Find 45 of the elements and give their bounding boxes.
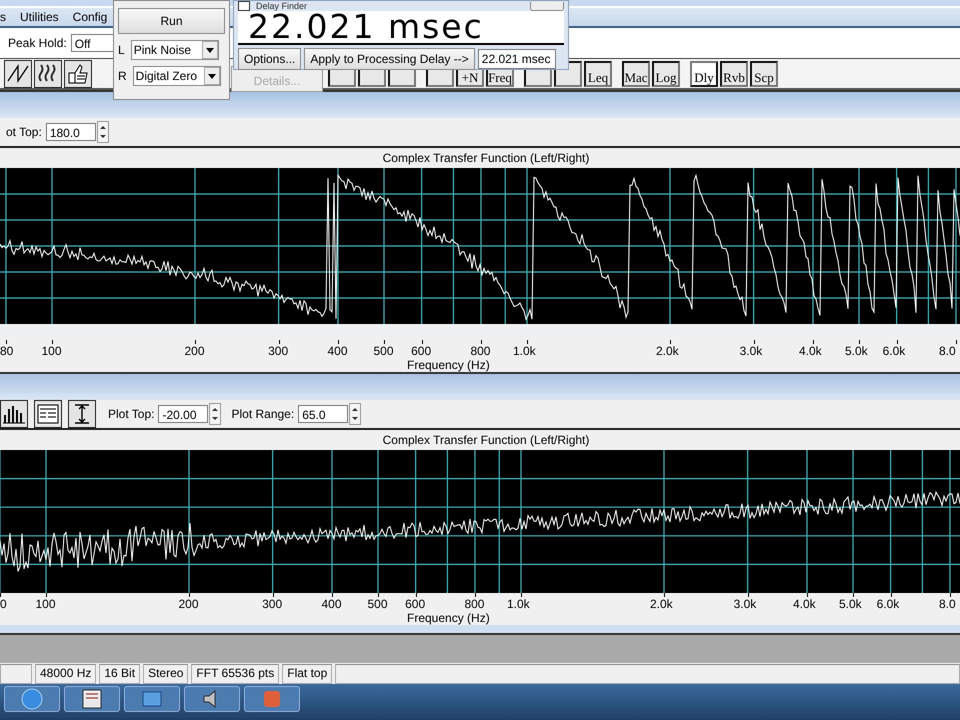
axis-tick-label: 400 (321, 597, 342, 611)
control-label: Plot Top: (108, 407, 154, 421)
axis-tick-label: 2.0k (656, 344, 679, 358)
status-cell: 16 Bit (99, 664, 140, 684)
axis-tick-label: 0 (0, 597, 7, 611)
axis-tick-label: 1.0k (507, 597, 530, 611)
axis-tick-label: 100 (42, 344, 62, 358)
axis-tick-label: 600 (411, 344, 432, 358)
axis-tick-label: 500 (374, 344, 394, 358)
axis-label: Frequency (Hz) (407, 611, 490, 625)
status-cell: 48000 Hz (35, 664, 96, 684)
window-title: Delay Finder (256, 1, 308, 11)
control-label: Plot Range: (231, 407, 294, 421)
channel-label: L (118, 43, 125, 57)
axis-tick-label: 2.0k (650, 597, 673, 611)
axis-tick-label: 4.0k (792, 597, 816, 611)
status-cell: Stereo (143, 664, 188, 684)
channel-label: R (118, 69, 127, 83)
axis-tick-label: 300 (268, 344, 288, 358)
control-label: ot Top: (6, 125, 42, 139)
peak-hold-label: Peak Hold: (8, 36, 67, 50)
axis-tick-label: 800 (470, 344, 490, 358)
axis-tick-label: 3.0k (740, 344, 762, 358)
status-cell: Flat top (282, 664, 332, 684)
axis-tick-label: 400 (327, 344, 348, 358)
axis-tick-label: 8.0 (939, 597, 956, 611)
axis-tick-label: 80 (0, 344, 14, 358)
axis-tick-label: 200 (178, 597, 199, 611)
axis-tick-label: 6.0k (876, 597, 900, 611)
axis-tick-label: 800 (464, 597, 484, 611)
axis-tick-label: 200 (184, 344, 205, 358)
axis-tick-label: 600 (405, 597, 426, 611)
axis-tick-label: 500 (368, 597, 388, 611)
axis-tick-label: 300 (262, 597, 282, 611)
delay-reading: 22.021 msec (238, 11, 564, 45)
axis-tick-label: 3.0k (734, 597, 756, 611)
axis-tick-label: 4.0k (798, 344, 822, 358)
status-cell: FFT 65536 pts (191, 664, 280, 684)
axis-tick-label: 1.0k (513, 344, 536, 358)
axis-tick-label: 100 (36, 597, 56, 611)
axis-tick-label: 5.0k (845, 344, 868, 358)
axis-label: Frequency (Hz) (407, 358, 490, 372)
axis-tick-label: 8.0 (939, 344, 956, 358)
axis-tick-label: 5.0k (839, 597, 862, 611)
axis-tick-label: 6.0k (882, 344, 906, 358)
